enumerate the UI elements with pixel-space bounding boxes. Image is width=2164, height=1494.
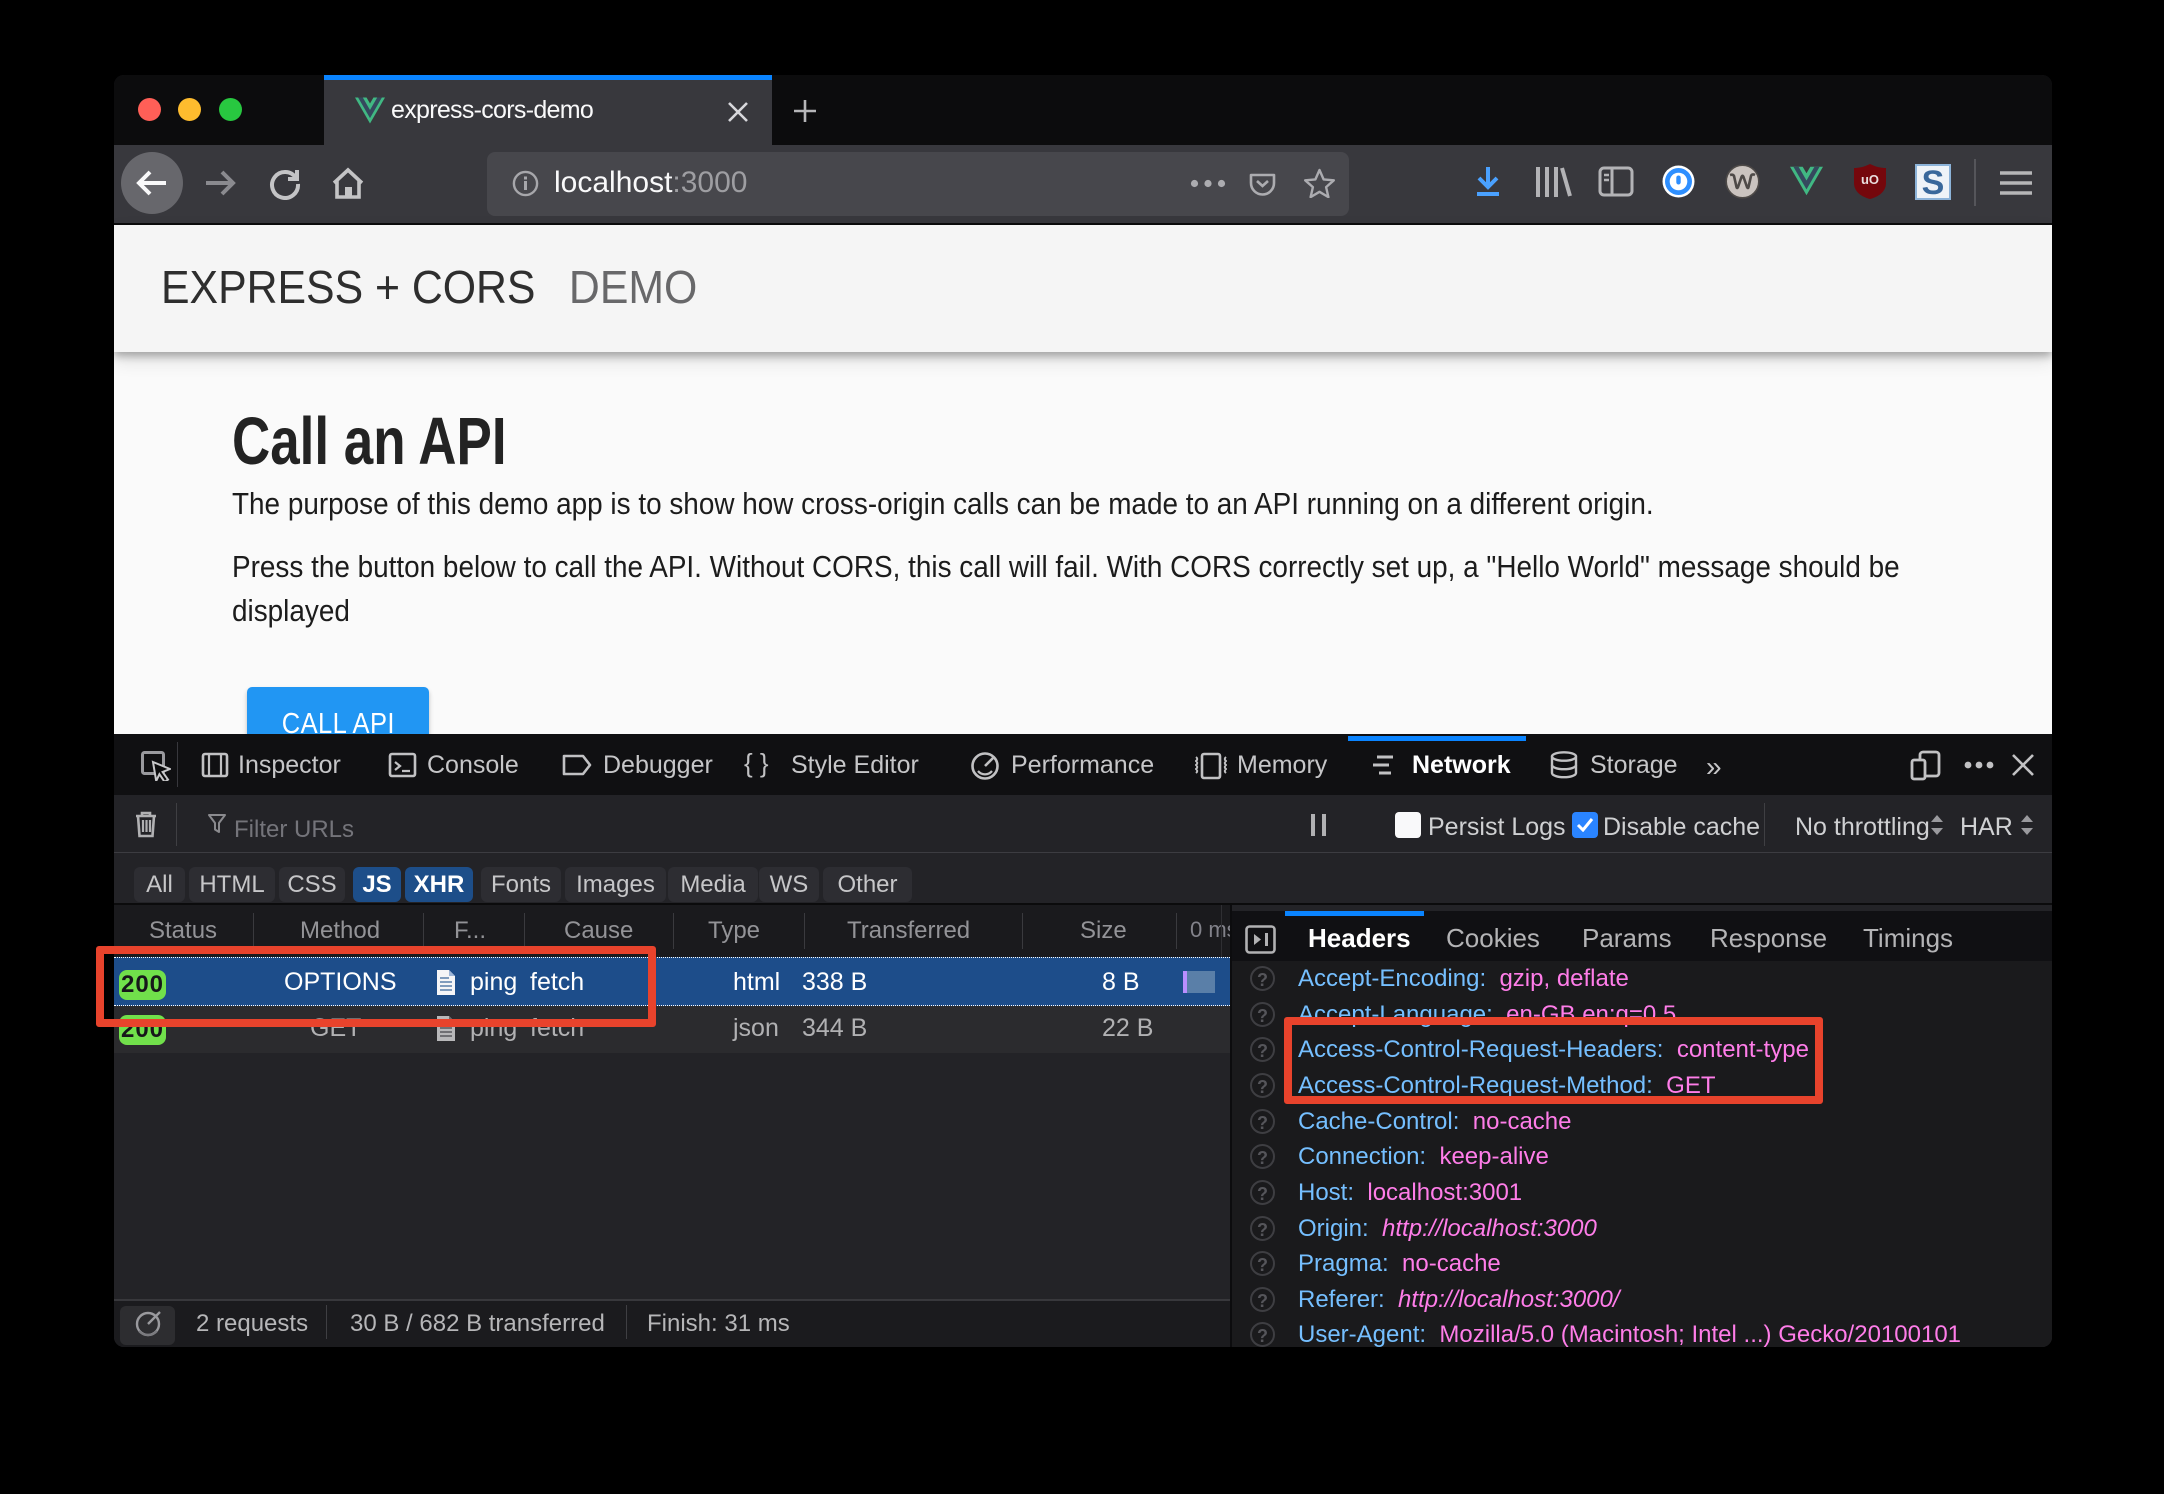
svg-text:S: S (1922, 164, 1945, 200)
svg-text:uO: uO (1861, 172, 1879, 187)
